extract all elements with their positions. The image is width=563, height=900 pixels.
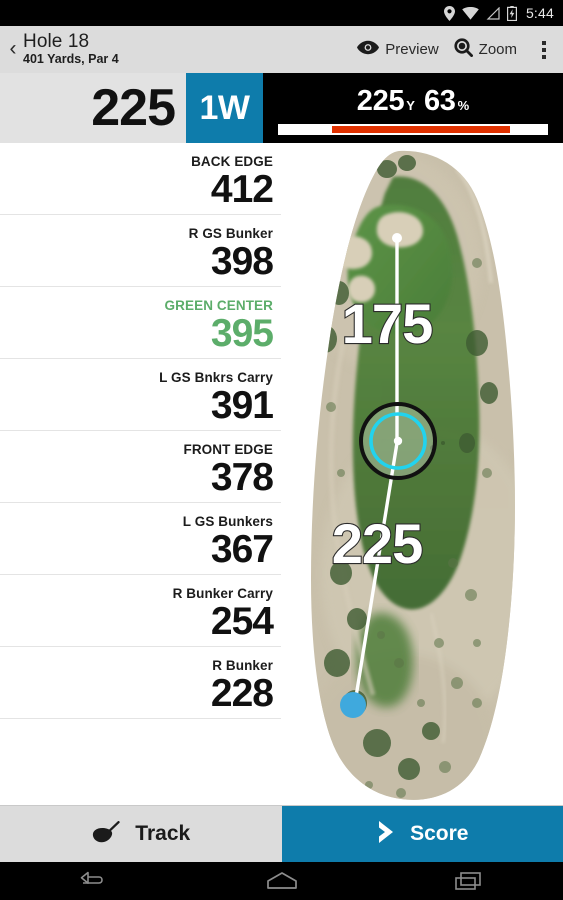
hole-subtitle: 401 Yards, Par 4 [23, 52, 119, 66]
android-status-bar: 5:44 [0, 0, 563, 26]
distance-row[interactable]: R Bunker Carry 254 [0, 575, 281, 647]
distance-row[interactable]: R Bunker 228 [0, 647, 281, 719]
bottom-action-bar: Track Score [0, 805, 563, 862]
app-bar-actions: Preview Zoom [357, 37, 554, 63]
distance-row-value: 367 [210, 527, 274, 571]
zoom-button[interactable]: Zoom [454, 37, 517, 62]
hole-map[interactable]: 175 225 [281, 143, 563, 805]
distance-row-label: R GS Bunker [188, 225, 273, 241]
target-ring [359, 402, 437, 480]
shot-distance-unit: Y [406, 97, 415, 113]
back-button[interactable]: ‹ [6, 38, 20, 59]
distance-row[interactable]: R GS Bunker 398 [0, 215, 281, 287]
score-label: Score [410, 822, 469, 845]
distance-row-value: 412 [210, 167, 274, 211]
selected-distance-value: 225 [91, 79, 176, 137]
signal-icon [486, 6, 500, 20]
distance-row-label: BACK EDGE [191, 153, 273, 169]
shot-distance-value: 225 [356, 84, 405, 117]
shot-power-track[interactable] [278, 123, 548, 135]
club-selector[interactable]: 1W [186, 73, 263, 143]
hole-titles: Hole 18 401 Yards, Par 4 [23, 32, 119, 67]
preview-button[interactable]: Preview [357, 40, 439, 60]
wifi-icon [462, 6, 479, 20]
preview-label: Preview [385, 41, 439, 58]
recents-nav-icon[interactable] [375, 862, 563, 900]
distance-row[interactable]: GREEN CENTER 395 [0, 287, 281, 359]
distance-row-value: 378 [210, 455, 274, 499]
distance-row[interactable]: FRONT EDGE 378 [0, 431, 281, 503]
player-marker [340, 692, 366, 718]
home-nav-icon[interactable] [188, 862, 376, 900]
location-pin-icon [443, 5, 455, 21]
distance-to-target-label: 225 [332, 512, 422, 575]
distance-row-label: R Bunker Carry [172, 585, 273, 601]
android-nav-bar [0, 862, 563, 900]
app-bar: ‹ Hole 18 401 Yards, Par 4 Preview Zoom [0, 26, 563, 73]
distance-row-value: 228 [210, 671, 274, 715]
main-content: BACK EDGE 412 R GS Bunker 398 GREEN CENTER 39… [0, 143, 563, 805]
eye-icon [357, 40, 380, 60]
pin-marker [392, 233, 402, 243]
magnifier-icon [454, 37, 473, 62]
shot-power-fill [332, 125, 511, 133]
club-label: 1W [199, 88, 251, 127]
track-button[interactable]: Track [0, 806, 282, 862]
distance-to-pin-label: 175 [342, 292, 432, 355]
shot-percent-value: 63 [423, 84, 456, 117]
app-screen: 5:44 ‹ Hole 18 401 Yards, Par 4 Preview [0, 0, 563, 900]
selected-distance[interactable]: 225 [0, 73, 186, 143]
distance-row[interactable]: BACK EDGE 412 [0, 143, 281, 215]
back-nav-icon[interactable] [0, 862, 188, 900]
golf-driver-icon [91, 820, 125, 848]
hole-map-graphic: 175 225 [311, 150, 515, 800]
distance-row-value: 398 [210, 239, 274, 283]
yardage-bar: 225 1W 225 Y 63 % [0, 73, 563, 143]
page-title: Hole 18 [23, 31, 90, 52]
zoom-label: Zoom [478, 41, 517, 58]
distance-list: BACK EDGE 412 R GS Bunker 398 GREEN CENTER 39… [0, 143, 281, 805]
distance-row[interactable]: L GS Bnkrs Carry 391 [0, 359, 281, 431]
distance-row-value: 391 [210, 383, 274, 427]
status-bar-clock: 5:44 [525, 5, 554, 21]
distance-row-label: L GS Bnkrs Carry [159, 369, 273, 385]
chevron-right-icon [376, 819, 398, 850]
distance-row-value: 395 [210, 311, 274, 355]
shot-percent-unit: % [457, 97, 470, 113]
shot-meter-values: 225 Y 63 % [357, 85, 469, 118]
distance-row-label: GREEN CENTER [164, 297, 273, 313]
shot-meter-panel[interactable]: 225 Y 63 % [263, 73, 563, 143]
battery-charging-icon [506, 5, 517, 21]
overflow-menu-icon[interactable] [532, 37, 554, 63]
distance-row-label: FRONT EDGE [183, 441, 273, 457]
distance-row-label: R Bunker [212, 657, 273, 673]
distance-row-value: 254 [210, 599, 274, 643]
distance-row[interactable]: L GS Bunkers 367 [0, 503, 281, 575]
score-button[interactable]: Score [281, 806, 563, 862]
distance-row-label: L GS Bunkers [182, 513, 273, 529]
track-label: Track [135, 822, 191, 845]
